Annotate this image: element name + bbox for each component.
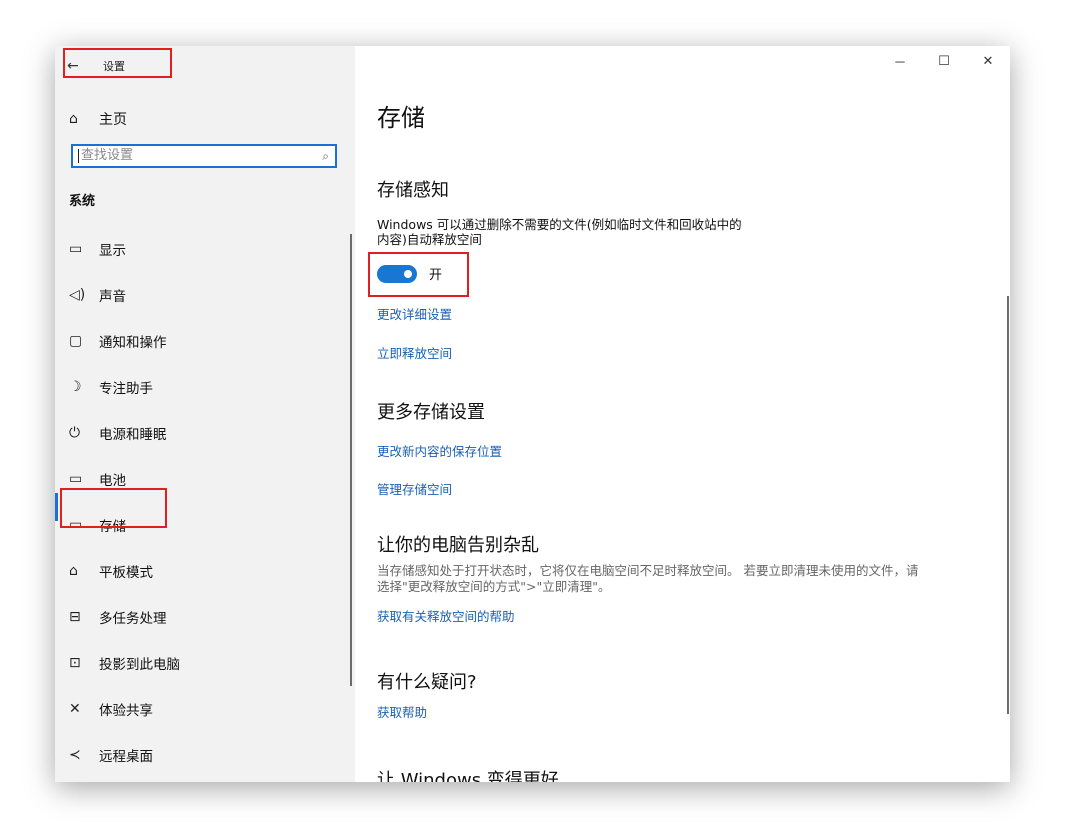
sidebar-item-multitasking[interactable]: ⊟ 多任务处理 (55, 594, 355, 640)
maximize-button[interactable]: ☐ (922, 46, 966, 76)
storage-sense-description-2: 内容)自动释放空间 (377, 232, 482, 247)
moon-icon: ☽ (69, 379, 82, 395)
sidebar-item-label: 投影到此电脑 (99, 657, 180, 673)
sidebar: ← 设置 ⌂ 主页 查找设置 ⌕ 系统 ▭ 显示 ◁) 声音 ▢ 通知和操作 ☽… (55, 46, 355, 782)
remote-desktop-icon: ≺ (69, 747, 81, 763)
free-space-now-link[interactable]: 立即释放空间 (377, 343, 452, 362)
manage-storage-link[interactable]: 管理存储空间 (377, 479, 452, 498)
highlight-box-toggle (368, 252, 469, 297)
projection-icon: ⊡ (69, 655, 81, 671)
storage-sense-heading: 存储感知 (377, 180, 449, 201)
sidebar-item-sound[interactable]: ◁) 声音 (55, 272, 355, 318)
declutter-heading: 让你的电脑告别杂乱 (377, 535, 539, 556)
home-icon: ⌂ (69, 111, 78, 127)
multitasking-icon: ⊟ (69, 609, 81, 625)
change-save-location-link[interactable]: 更改新内容的保存位置 (377, 441, 502, 460)
window-controls: － ☐ ✕ (878, 46, 1010, 76)
sidebar-item-focus-assist[interactable]: ☽ 专注助手 (55, 364, 355, 410)
sidebar-item-shared-experiences[interactable]: ✕ 体验共享 (55, 686, 355, 732)
page-title: 存储 (377, 104, 425, 132)
sidebar-item-display[interactable]: ▭ 显示 (55, 226, 355, 272)
declutter-text-2: 选择"更改释放空间的方式">"立即清理"。 (377, 579, 611, 594)
sidebar-item-power-sleep[interactable]: ⏻ 电源和睡眠 (55, 410, 355, 456)
highlight-box-title (63, 48, 172, 78)
sidebar-item-home[interactable]: ⌂ 主页 (55, 104, 355, 134)
sidebar-item-projecting[interactable]: ⊡ 投影到此电脑 (55, 640, 355, 686)
sidebar-item-label: 平板模式 (99, 565, 153, 581)
sidebar-item-tablet-mode[interactable]: ⌂ 平板模式 (55, 548, 355, 594)
sidebar-item-about[interactable]: ⓘ 关于 (55, 778, 355, 782)
more-storage-heading: 更多存储设置 (377, 402, 485, 423)
search-icon: ⌕ (322, 148, 329, 163)
notification-icon: ▢ (69, 333, 83, 349)
highlight-box-storage (60, 488, 167, 528)
sidebar-item-label: 声音 (99, 289, 126, 305)
sidebar-item-label: 远程桌面 (99, 749, 153, 765)
main-scrollbar[interactable] (1007, 296, 1009, 714)
power-icon: ⏻ (69, 425, 81, 441)
sidebar-item-label: 体验共享 (99, 703, 153, 719)
sidebar-item-label: 电池 (99, 473, 126, 489)
minimize-button[interactable]: － (878, 46, 922, 76)
section-title: 系统 (69, 194, 96, 209)
free-space-help-link[interactable]: 获取有关释放空间的帮助 (377, 606, 515, 625)
sidebar-item-remote-desktop[interactable]: ≺ 远程桌面 (55, 732, 355, 778)
settings-window: ← 设置 ⌂ 主页 查找设置 ⌕ 系统 ▭ 显示 ◁) 声音 ▢ 通知和操作 ☽… (55, 46, 1010, 782)
sidebar-item-notifications[interactable]: ▢ 通知和操作 (55, 318, 355, 364)
sidebar-item-label: 多任务处理 (99, 611, 167, 627)
get-help-link[interactable]: 获取帮助 (377, 702, 427, 721)
search-box[interactable]: 查找设置 ⌕ (71, 144, 337, 168)
make-windows-better-heading: 让 Windows 变得更好 (377, 770, 559, 782)
sidebar-item-label: 专注助手 (99, 381, 153, 397)
storage-sense-description-1: Windows 可以通过删除不需要的文件(例如临时文件和回收站中的 (377, 217, 742, 232)
change-details-link[interactable]: 更改详细设置 (377, 304, 452, 323)
close-button[interactable]: ✕ (966, 46, 1010, 76)
battery-icon: ▭ (69, 471, 83, 487)
sidebar-item-label: 显示 (99, 243, 126, 259)
speaker-icon: ◁) (69, 287, 86, 303)
sidebar-item-label: 电源和睡眠 (99, 427, 167, 443)
questions-heading: 有什么疑问? (377, 672, 477, 693)
tablet-icon: ⌂ (69, 563, 78, 579)
share-icon: ✕ (69, 701, 81, 717)
sidebar-item-label: 主页 (99, 112, 127, 128)
sidebar-scrollbar[interactable] (350, 234, 352, 686)
sidebar-item-label: 通知和操作 (99, 335, 167, 351)
selected-indicator (55, 493, 58, 521)
declutter-text-1: 当存储感知处于打开状态时，它将仅在电脑空间不足时释放空间。 若要立即清理未使用的… (377, 563, 919, 578)
search-input[interactable]: 查找设置 (78, 149, 313, 163)
monitor-icon: ▭ (69, 241, 83, 257)
main-content: － ☐ ✕ 存储 存储感知 Windows 可以通过删除不需要的文件(例如临时文… (355, 46, 1010, 782)
